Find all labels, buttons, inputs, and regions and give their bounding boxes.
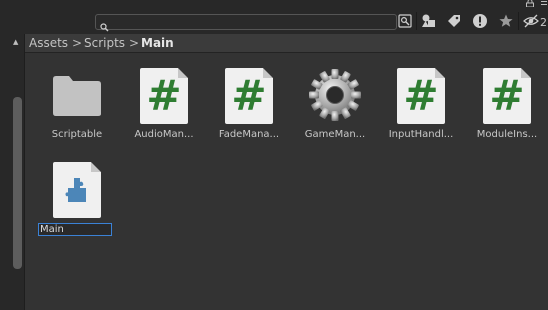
folder-icon (51, 73, 103, 129)
csharp-script-icon: # (395, 67, 447, 124)
asset-item-fademanager[interactable]: # FadeMana... (207, 53, 291, 145)
project-toolbar: 2 (0, 8, 548, 34)
asset-label: GameMan... (304, 129, 366, 140)
breadcrumb-item-assets[interactable]: Assets (29, 36, 68, 50)
asset-item-scriptable[interactable]: Scriptable (35, 53, 119, 145)
search-icon (100, 17, 109, 32)
breadcrumb: Assets > Scripts > Main (25, 34, 548, 53)
hidden-packages-eye-icon[interactable] (523, 13, 539, 29)
search-field[interactable] (95, 14, 397, 32)
assembly-definition-icon (51, 161, 103, 218)
asset-label: ModuleIns... (476, 129, 538, 140)
hidden-count-badge: 2 (540, 16, 547, 29)
csharp-script-icon: # (138, 67, 190, 124)
csharp-script-icon: # (223, 67, 275, 124)
asset-label: InputHandl... (388, 129, 454, 140)
rename-input[interactable] (38, 223, 112, 236)
asset-label: AudioMan... (134, 129, 194, 140)
asset-item-gamemanager[interactable]: GameMan... (293, 53, 377, 145)
asset-item-inputhandler[interactable]: # InputHandl... (379, 53, 463, 145)
window-title-strip (0, 0, 548, 8)
breadcrumb-separator: > (129, 36, 140, 50)
breadcrumb-item-scripts[interactable]: Scripts (84, 36, 125, 50)
scroll-up-arrow-icon[interactable]: ▲ (13, 38, 18, 46)
asset-grid: Scriptable # AudioMan... # FadeMana... G… (25, 53, 548, 310)
csharp-script-icon: # (481, 67, 533, 124)
toolbar-separator (518, 12, 519, 30)
asset-item-audiomanager[interactable]: # AudioMan... (122, 53, 206, 145)
search-by-type-icon[interactable] (398, 13, 414, 29)
favorites-star-icon[interactable] (498, 13, 514, 29)
breadcrumb-separator: > (72, 36, 83, 50)
filter-by-type-icon[interactable] (421, 13, 437, 29)
gear-icon (299, 59, 371, 131)
scrollbar-thumb[interactable] (13, 97, 22, 269)
asset-label: Scriptable (51, 129, 103, 140)
breadcrumb-item-main[interactable]: Main (141, 36, 174, 50)
warning-filter-icon[interactable] (472, 13, 488, 29)
toolbar-separator (416, 12, 417, 30)
asset-item-moduleinstaller[interactable]: # ModuleIns... (465, 53, 548, 145)
filter-by-label-icon[interactable] (446, 13, 462, 29)
folder-tree-scrollbar-rail: ▲ (0, 34, 25, 310)
asset-label: FadeMana... (218, 129, 280, 140)
